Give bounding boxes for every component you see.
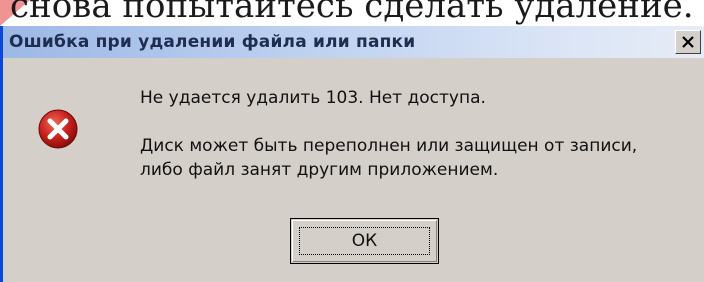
error-icon	[38, 109, 78, 149]
error-dialog: Ошибка при удалении файла или папки Не у…	[0, 26, 704, 282]
close-button[interactable]	[675, 30, 701, 54]
ok-button-label: ОК	[351, 231, 378, 251]
dialog-titlebar[interactable]: Ошибка при удалении файла или папки	[3, 26, 704, 58]
ok-button[interactable]: ОК	[290, 218, 439, 264]
background-caption: снова попытайтесь сделать удаление.	[10, 0, 694, 26]
close-icon	[682, 36, 694, 48]
message-detail-line2: либо файл занят другим приложением.	[140, 160, 499, 180]
ok-button-bevel: ОК	[292, 220, 437, 262]
message-primary: Не удается удалить 103. Нет доступа.	[140, 88, 486, 108]
ok-focus-rect: ОК	[299, 227, 430, 255]
dialog-title: Ошибка при удалении файла или папки	[9, 32, 416, 52]
background-slide: снова попытайтесь сделать удаление.	[0, 0, 704, 26]
message-detail-line1: Диск может быть переполнен или защищен о…	[140, 136, 638, 156]
